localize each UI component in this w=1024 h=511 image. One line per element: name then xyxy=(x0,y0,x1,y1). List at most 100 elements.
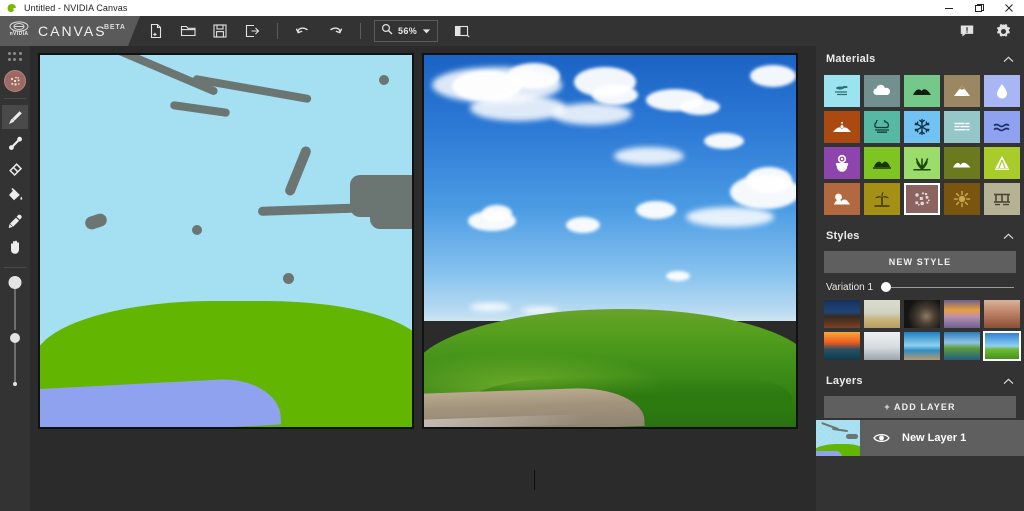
chevron-down-icon[interactable] xyxy=(422,22,431,40)
open-project-button[interactable] xyxy=(172,16,204,46)
style-thumb-9[interactable] xyxy=(944,332,980,360)
export-image-button[interactable] xyxy=(236,16,268,46)
style-thumb-8[interactable] xyxy=(904,332,940,360)
style-thumb-2[interactable] xyxy=(864,300,900,328)
window-titlebar: Untitled - NVIDIA Canvas xyxy=(0,0,1024,16)
variation-row: Variation 1 xyxy=(816,273,1024,297)
material-ruins[interactable] xyxy=(984,183,1020,215)
material-bush[interactable] xyxy=(864,147,900,179)
add-layer-button[interactable]: + ADD LAYER xyxy=(824,396,1016,418)
nvidia-wordmark: nVIDIA xyxy=(9,31,29,37)
material-dirt[interactable] xyxy=(944,183,980,215)
paintbrush-tool[interactable] xyxy=(2,105,28,129)
brush-settings xyxy=(2,276,28,386)
zoom-control[interactable]: 56% xyxy=(374,20,439,42)
layer-thumbnail xyxy=(816,420,860,456)
material-gravel[interactable] xyxy=(904,183,940,215)
material-sky[interactable] xyxy=(824,75,860,107)
layer-thumb-stroke xyxy=(846,434,858,439)
eyedropper-tool[interactable] xyxy=(2,209,28,233)
material-mountain[interactable] xyxy=(944,75,980,107)
new-document-button[interactable] xyxy=(140,16,172,46)
material-mud[interactable] xyxy=(824,111,860,143)
split-view-toggle-button[interactable] xyxy=(446,16,478,46)
brush-size-slider[interactable] xyxy=(2,276,28,330)
variation-knob[interactable] xyxy=(881,282,892,292)
tool-rail xyxy=(0,46,30,511)
material-flowers[interactable] xyxy=(824,147,860,179)
nvidia-logo: nVIDIA xyxy=(6,20,32,37)
line-tool[interactable] xyxy=(2,131,28,155)
hand-tool[interactable] xyxy=(2,235,28,259)
save-project-button[interactable] xyxy=(204,16,236,46)
material-hill[interactable] xyxy=(904,75,940,107)
material-cloud[interactable] xyxy=(864,75,900,107)
window-controls xyxy=(934,0,1024,16)
render-water-stream xyxy=(424,385,645,427)
feedback-icon[interactable] xyxy=(954,18,980,44)
toolbar-separator-1 xyxy=(277,23,278,39)
settings-gear-icon[interactable] xyxy=(990,18,1016,44)
chevron-up-icon[interactable] xyxy=(1002,230,1014,242)
close-button[interactable] xyxy=(994,0,1024,16)
sketch-canvas[interactable] xyxy=(38,53,414,429)
materials-grid xyxy=(816,72,1024,221)
maximize-button[interactable] xyxy=(964,0,994,16)
fill-tool[interactable] xyxy=(2,183,28,207)
rendered-photo xyxy=(424,55,796,427)
material-desert[interactable] xyxy=(864,183,900,215)
style-thumb-4[interactable] xyxy=(944,300,980,328)
current-material-swatch[interactable] xyxy=(4,70,26,92)
layers-section-header[interactable]: Layers xyxy=(816,368,1024,394)
variation-label: Variation 1 xyxy=(826,281,874,293)
rail-divider-1 xyxy=(4,98,26,99)
sketch-dot xyxy=(83,211,109,232)
chevron-up-icon[interactable] xyxy=(1002,375,1014,387)
pane-split-handle[interactable] xyxy=(534,470,535,490)
style-thumb-1[interactable] xyxy=(824,300,860,328)
style-thumb-3[interactable] xyxy=(904,300,940,328)
layer-name-label: New Layer 1 xyxy=(902,432,967,444)
eraser-tool[interactable] xyxy=(2,157,28,181)
right-panel: Materials Styles NEW STYLE Variation 1 L… xyxy=(816,46,1024,511)
minimize-button[interactable] xyxy=(934,0,964,16)
brush-opacity-slider[interactable] xyxy=(2,333,28,386)
variation-slider[interactable] xyxy=(881,281,1014,293)
brush-size-knob[interactable] xyxy=(8,276,22,289)
sketch-stroke xyxy=(283,145,313,197)
style-thumb-6[interactable] xyxy=(824,332,860,360)
sketch-artwork xyxy=(40,55,412,427)
app-header: nVIDIA CANVAS BETA 56% xyxy=(0,16,1024,46)
style-thumb-5[interactable] xyxy=(984,300,1020,328)
styles-grid xyxy=(816,297,1024,366)
layer-item[interactable]: New Layer 1 xyxy=(816,420,1024,456)
new-style-button[interactable]: NEW STYLE xyxy=(824,251,1016,273)
sketch-stroke xyxy=(169,100,231,118)
rail-divider-2 xyxy=(4,267,26,268)
sketch-dot xyxy=(192,225,202,235)
chevron-up-icon[interactable] xyxy=(1002,53,1014,65)
sketch-dot xyxy=(283,273,294,284)
material-water[interactable] xyxy=(984,75,1020,107)
style-thumb-10[interactable] xyxy=(983,331,1021,361)
material-rock[interactable] xyxy=(824,183,860,215)
material-grass[interactable] xyxy=(904,147,940,179)
material-sand[interactable] xyxy=(944,111,980,143)
redo-button[interactable] xyxy=(319,16,351,46)
magnifier-icon xyxy=(381,22,393,40)
panel-drag-grip[interactable] xyxy=(8,52,22,62)
material-snow[interactable] xyxy=(904,111,940,143)
brush-opacity-knob[interactable] xyxy=(10,333,20,343)
eye-icon[interactable] xyxy=(868,432,894,444)
material-hill2[interactable] xyxy=(944,147,980,179)
layer-thumb-water xyxy=(816,451,842,456)
undo-button[interactable] xyxy=(287,16,319,46)
material-sea[interactable] xyxy=(984,111,1020,143)
style-thumb-7[interactable] xyxy=(864,332,900,360)
materials-section-header[interactable]: Materials xyxy=(816,46,1024,72)
material-fog[interactable] xyxy=(864,111,900,143)
materials-title: Materials xyxy=(826,53,876,65)
styles-section-header[interactable]: Styles xyxy=(816,223,1024,249)
material-tree[interactable] xyxy=(984,147,1020,179)
rendered-output[interactable] xyxy=(422,53,798,429)
